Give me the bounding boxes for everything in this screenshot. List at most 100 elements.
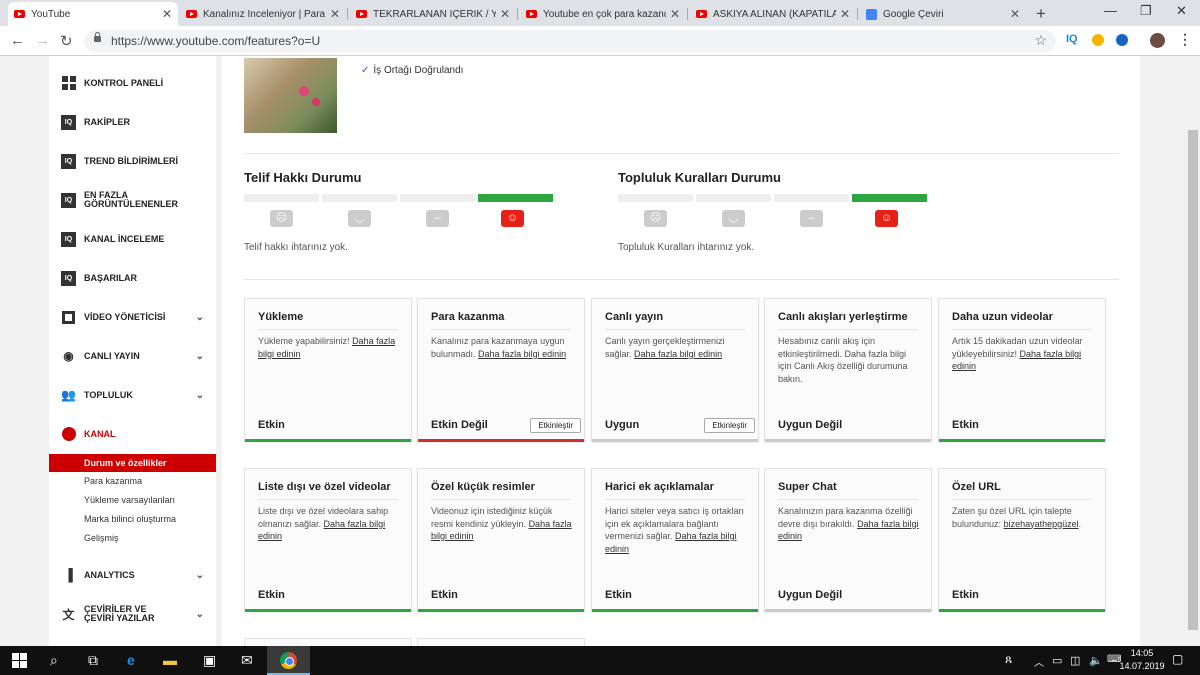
card-description: Canlı yayın gerçekleştirmenizi sağlar. D… — [605, 335, 748, 360]
browser-tab[interactable]: Google Çeviri ✕ — [860, 2, 1026, 26]
extension-icon[interactable] — [1116, 34, 1128, 46]
bookmark-star-icon[interactable]: ☆ — [1034, 32, 1047, 49]
card-status: Uygun Değil — [778, 419, 843, 431]
sidebar-item-community[interactable]: 👥 TOPLULUK ⌄ — [49, 386, 216, 404]
vidiq-extension-icon[interactable]: IQ — [1066, 33, 1078, 45]
sidebar-subitem-branding[interactable]: Marka bilinci oluşturma — [49, 510, 216, 528]
profile-avatar[interactable] — [1150, 33, 1165, 48]
file-explorer-icon[interactable]: ▬ — [163, 652, 177, 668]
sidebar-item-live[interactable]: ◉ CANLI YAYIN ⌄ — [49, 347, 216, 365]
chevron-down-icon[interactable]: ⌄ — [196, 390, 204, 401]
reload-icon[interactable]: ↻ — [60, 32, 73, 50]
browser-tab[interactable]: Kanalınız İnceleniyor | Para Ka ✕ — [180, 2, 346, 26]
close-icon[interactable]: ✕ — [1010, 7, 1020, 21]
sidebar-item-video-manager[interactable]: VİDEO YÖNETİCİSİ ⌄ — [49, 308, 216, 326]
mail-icon[interactable]: ✉ — [241, 652, 253, 669]
menu-icon[interactable]: ⋮ — [1178, 31, 1192, 48]
card-title: Yükleme — [258, 311, 304, 323]
maximize-icon[interactable]: ❐ — [1140, 3, 1152, 19]
close-icon[interactable]: ✕ — [670, 7, 680, 21]
new-tab-icon[interactable]: + — [1036, 4, 1046, 24]
url-input[interactable]: https://www.youtube.com/features?o=U ☆ — [84, 30, 1056, 52]
taskbar-clock[interactable]: 14:05 14.07.2019 — [1118, 647, 1166, 673]
happy-face-icon: ☺ — [875, 210, 898, 227]
sidebar-item-most-viewed[interactable]: IQ EN FAZLA GÖRÜNTÜLENENLER — [49, 188, 216, 212]
close-icon[interactable]: ✕ — [840, 7, 850, 21]
copyright-status-title: Telif Hakkı Durumu — [244, 170, 362, 185]
check-icon: ✓ — [361, 65, 370, 76]
sidebar-item-trends[interactable]: IQ TREND BİLDİRİMLERİ — [49, 152, 216, 170]
chevron-down-icon[interactable]: ⌄ — [196, 609, 204, 620]
sidebar-item-competitors[interactable]: IQ RAKİPLER — [49, 113, 216, 131]
people-icon[interactable]: ጸ — [1005, 652, 1012, 667]
forward-icon[interactable]: → — [35, 32, 50, 49]
chevron-up-icon[interactable]: ︿ — [1034, 654, 1044, 669]
browser-tab[interactable]: TEKRARLANAN İÇERİK / YENİ ✕ — [350, 2, 516, 26]
close-icon[interactable]: ✕ — [330, 7, 340, 21]
card-description: Liste dışı ve özel videolara sahip olman… — [258, 505, 401, 543]
sidebar-subitem-status[interactable]: Durum ve özellikler — [49, 454, 216, 472]
notifications-icon[interactable]: ▢ — [1172, 652, 1183, 666]
divider — [605, 499, 745, 500]
chevron-down-icon[interactable]: ⌄ — [196, 351, 204, 362]
scrollbar-thumb[interactable] — [1188, 130, 1198, 630]
custom-url-link[interactable]: bizehayathepgüzel — [1004, 519, 1079, 529]
network-icon[interactable]: ◫ — [1070, 654, 1080, 667]
chevron-down-icon[interactable]: ⌄ — [196, 312, 204, 323]
volume-icon[interactable]: 🔈 — [1089, 654, 1103, 667]
status-bar — [245, 609, 411, 612]
tab-title: YouTube — [31, 8, 71, 20]
close-icon[interactable]: ✕ — [500, 7, 510, 21]
divider — [605, 329, 745, 330]
sidebar-subitem-upload-defaults[interactable]: Yükleme varsayılanları — [49, 491, 216, 509]
card-title: Liste dışı ve özel videolar — [258, 481, 391, 493]
browser-tab[interactable]: YouTube ✕ — [8, 2, 178, 26]
card-title: Özel URL — [952, 481, 1001, 493]
learn-more-link[interactable]: Daha fazla bilgi edinin — [634, 349, 722, 359]
window-close-icon[interactable]: ✕ — [1176, 3, 1187, 19]
card-description: Kanalınızın para kazanma özelliği devre … — [778, 505, 921, 543]
feature-card-upload: Yükleme Yükleme yapabilirsiniz! Daha faz… — [244, 298, 412, 442]
sidebar-item-analytics[interactable]: ▐ ANALYTICS ⌄ — [49, 566, 216, 584]
sidebar-item-channel-review[interactable]: IQ KANAL İNCELEME — [49, 230, 216, 248]
browser-tab[interactable]: ASKIYA ALINAN (KAPATILAN) ✕ — [690, 2, 856, 26]
vidiq-icon: IQ — [61, 270, 76, 286]
sidebar-item-translations[interactable]: 文 ÇEVİRİLER VE ÇEVİRİ YAZILAR ⌄ — [49, 602, 216, 626]
minimize-icon[interactable]: — — [1104, 3, 1117, 18]
extension-icon[interactable] — [1092, 34, 1104, 46]
sidebar-subitem-monetization[interactable]: Para kazanma — [49, 472, 216, 490]
feature-card-longer-videos: Daha uzun videolar Artık 15 dakikadan uz… — [938, 298, 1106, 442]
tab-title: Google Çeviri — [883, 8, 944, 20]
tab-title: ASKIYA ALINAN (KAPATILAN) — [713, 8, 836, 20]
sidebar-subitem-advanced[interactable]: Gelişmiş — [49, 529, 216, 547]
learn-more-link[interactable]: Daha fazla bilgi edinin — [478, 349, 566, 359]
search-icon[interactable]: ⌕ — [50, 652, 58, 669]
chrome-taskbar-icon[interactable] — [267, 646, 310, 675]
chevron-down-icon[interactable]: ⌄ — [196, 570, 204, 581]
task-view-icon[interactable]: ⧉ — [88, 652, 98, 669]
happy-face-icon: ☺ — [501, 210, 524, 227]
card-status: Etkin — [431, 589, 458, 601]
sidebar-item-channel[interactable]: KANAL — [49, 425, 216, 443]
page-scrollbar[interactable] — [1186, 56, 1200, 646]
edge-browser-icon[interactable]: e — [127, 652, 135, 668]
card-title: Canlı akışları yerleştirme — [778, 311, 908, 323]
back-icon[interactable]: ← — [10, 32, 25, 49]
sidebar-item-label: KANAL — [84, 429, 116, 439]
status-bar — [245, 439, 411, 442]
store-icon[interactable]: ▣ — [203, 652, 216, 669]
battery-icon[interactable]: ▭ — [1052, 654, 1062, 667]
close-icon[interactable]: ✕ — [162, 7, 172, 21]
card-status: Etkin — [952, 419, 979, 431]
sidebar-item-achievements[interactable]: IQ BAŞARILAR — [49, 269, 216, 287]
enable-button[interactable]: Etkinleştir — [530, 418, 581, 433]
browser-tab[interactable]: Youtube en çok para kazandı ✕ — [520, 2, 686, 26]
feature-card-external-annotations: Harici ek açıklamalar Harici siteler vey… — [591, 468, 759, 612]
feature-card-monetization: Para kazanma Kanalınız para kazanmaya uy… — [417, 298, 585, 442]
verified-label: İş Ortağı Doğrulandı — [373, 65, 464, 76]
windows-start-icon[interactable] — [12, 653, 27, 668]
sidebar-item-label: CANLI YAYIN — [84, 351, 140, 361]
enable-button[interactable]: Etkinleştir — [704, 418, 755, 433]
card-status: Uygun Değil — [778, 589, 843, 601]
sidebar-item-dashboard[interactable]: KONTROL PANELİ — [49, 74, 216, 92]
